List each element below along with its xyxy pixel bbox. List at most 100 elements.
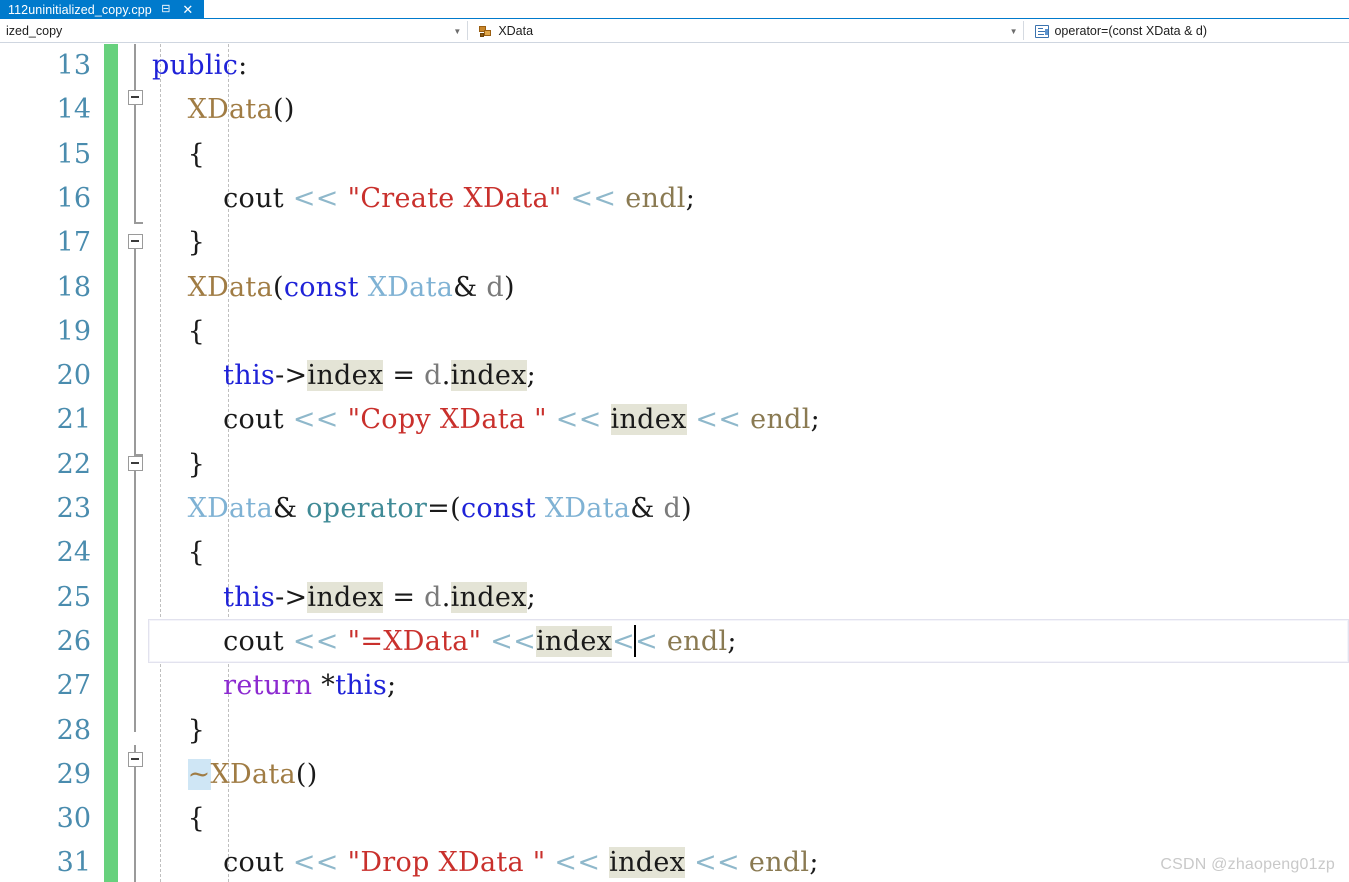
navbar-member-dropdown[interactable]: operator=(const XData & d) (1024, 19, 1349, 43)
code-line[interactable]: { (148, 531, 1349, 575)
code-line[interactable]: } (148, 709, 1349, 753)
code-token: XData (210, 758, 296, 790)
code-token: this (223, 360, 276, 392)
line-number: 22 (56, 448, 91, 480)
pin-icon[interactable]: ⊟ (158, 0, 174, 19)
chevron-down-icon[interactable]: ▼ (453, 19, 461, 43)
close-icon[interactable]: ✕ (180, 0, 196, 19)
code-token: << (490, 625, 537, 657)
code-line[interactable]: this->index = d.index; (148, 354, 1349, 398)
code-token: index (450, 360, 527, 392)
code-token: index (536, 625, 613, 657)
code-line[interactable]: } (148, 221, 1349, 265)
code-line[interactable]: cout << "Copy XData " << index << endl; (148, 398, 1349, 442)
line-number-gutter: 13 14 15 16 17 18 19 20 21 22 23 24 25 26 27 28 29 30 31 (0, 44, 104, 882)
collapse-toggle-line-14[interactable] (128, 90, 143, 105)
code-line[interactable]: { (148, 133, 1349, 177)
code-editor[interactable]: 13 14 15 16 17 18 19 20 21 22 23 24 25 26 27 28 29 30 31 p… (0, 44, 1349, 882)
code-token: << (292, 404, 339, 436)
code-token: ( (295, 758, 307, 790)
line-number: 29 (56, 758, 91, 790)
chevron-down-icon[interactable]: ▼ (1010, 19, 1018, 43)
line-number: 13 (56, 50, 91, 81)
navbar-project-dropdown[interactable]: ized_copy ▼ (0, 19, 467, 43)
line-number: 19 (56, 315, 91, 347)
code-token: . (441, 581, 451, 613)
line-number: 25 (56, 581, 91, 613)
code-surface[interactable]: public: XData() { cout << "Create XData"… (148, 44, 1349, 882)
code-token: operator (306, 493, 428, 524)
code-line[interactable]: XData(const XData& d) (148, 266, 1349, 310)
code-line[interactable]: ~XData() (148, 753, 1349, 797)
code-token: XData (544, 493, 631, 524)
collapse-toggle-line-29[interactable] (128, 752, 143, 767)
code-line[interactable]: XData() (148, 88, 1349, 132)
code-token: cout (223, 404, 284, 436)
outlining-margin[interactable] (118, 44, 148, 882)
code-token: this (335, 670, 387, 702)
code-line[interactable]: cout << "Create XData" << endl; (148, 177, 1349, 221)
code-line[interactable]: XData& operator=(const XData& d) (148, 487, 1349, 531)
code-token: d (424, 581, 442, 613)
code-token: public (152, 50, 239, 81)
code-line[interactable]: { (148, 797, 1349, 841)
code-line[interactable]: this->index = d.index; (148, 576, 1349, 620)
code-token: ; (810, 404, 821, 436)
code-token: return (223, 670, 313, 702)
code-line[interactable]: } (148, 443, 1349, 487)
code-token: { (187, 315, 206, 347)
code-token: XData (367, 271, 454, 303)
code-line[interactable]: return *this; (148, 664, 1349, 708)
code-token: XData (187, 493, 273, 524)
code-line[interactable]: cout << "=XData" <<index<< endl; (148, 620, 1349, 664)
code-token: "Copy XData " (347, 404, 547, 436)
collapse-toggle-line-23[interactable] (128, 456, 143, 471)
navbar-type-dropdown[interactable]: XData ▼ (468, 19, 1023, 43)
code-token: index (307, 360, 384, 392)
code-token: "=XData" (347, 625, 482, 657)
tab-112uninitialized-copy-cpp[interactable]: 112uninitialized_copy.cpp ⊟ ✕ (0, 0, 204, 19)
code-token: endl (748, 847, 810, 879)
collapse-toggle-line-18[interactable] (128, 234, 143, 249)
code-line[interactable]: { (148, 310, 1349, 354)
code-token: ; (526, 360, 537, 392)
code-line[interactable]: public: (148, 44, 1349, 88)
